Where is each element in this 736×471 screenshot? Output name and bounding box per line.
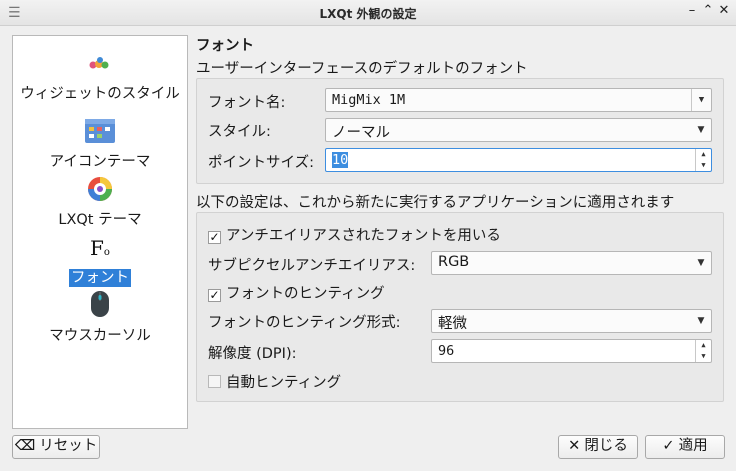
- reset-button[interactable]: ⌫ リセット: [12, 435, 100, 459]
- dpi-spinbox[interactable]: 96 ▲ ▼: [431, 339, 712, 363]
- sidebar-item-label: アイコンテーマ: [49, 154, 151, 170]
- chevron-down-icon: ▼: [697, 125, 705, 135]
- spin-up-icon[interactable]: ▲: [696, 149, 711, 160]
- font-icon: Fo: [90, 236, 110, 260]
- spin-down-icon[interactable]: ▼: [696, 160, 711, 171]
- dpi-label: 解像度 (DPI):: [208, 346, 297, 362]
- subpixel-value: RGB: [438, 254, 470, 270]
- style-label: スタイル:: [208, 124, 271, 140]
- lxqt-theme-icon: [88, 177, 112, 201]
- spin-buttons[interactable]: ▲ ▼: [695, 340, 711, 362]
- sidebar-item-label: フォント: [69, 269, 131, 287]
- sidebar-item-label: ウィジェットのスタイル: [20, 86, 180, 102]
- chevron-down-icon: ▼: [697, 316, 705, 326]
- style-combo[interactable]: ノーマル ▼: [325, 118, 712, 142]
- title-bar[interactable]: ☰ LXQt 外観の設定 – ⌃ ✕: [0, 0, 736, 26]
- page-title: フォント: [196, 38, 254, 54]
- point-size-value: 10: [332, 152, 349, 168]
- sidebar-item-widget-style[interactable]: ウィジェットのスタイル: [13, 52, 187, 108]
- sidebar-item-label: LXQt テーマ: [58, 212, 142, 228]
- dpi-value: 96: [438, 343, 455, 359]
- sidebar-item-label: マウスカーソル: [49, 328, 151, 344]
- subpixel-combo[interactable]: RGB ▼: [431, 251, 712, 275]
- widget-style-icon: [89, 57, 109, 69]
- hinting-style-value: 軽微: [438, 316, 467, 332]
- point-size-spinbox[interactable]: 10 ▲ ▼: [325, 148, 712, 172]
- chevron-down-icon: ▼: [697, 258, 705, 268]
- chevron-down-icon[interactable]: ▼: [691, 89, 711, 111]
- font-name-value: MigMix 1M: [332, 92, 406, 108]
- sidebar-item-icon-theme[interactable]: アイコンテーマ: [13, 118, 187, 176]
- autohint-checkbox[interactable]: 自動ヒンティング: [208, 371, 341, 392]
- icon-theme-icon: [85, 119, 115, 143]
- close-window-button[interactable]: ✕: [716, 3, 732, 18]
- minimize-button[interactable]: –: [684, 3, 700, 18]
- apply-button[interactable]: ✓ 適用: [645, 435, 725, 459]
- close-icon: ✕: [568, 438, 581, 454]
- checkmark-icon[interactable]: ✓: [208, 289, 221, 302]
- default-font-heading: ユーザーインターフェースのデフォルトのフォント: [196, 61, 528, 77]
- apply-note: 以下の設定は、これから新たに実行するアプリケーションに適用されます: [196, 195, 675, 211]
- checkmark-icon[interactable]: ✓: [208, 231, 221, 244]
- spin-up-icon[interactable]: ▲: [696, 340, 711, 351]
- antialias-checkbox[interactable]: ✓ アンチエイリアスされたフォントを用いる: [208, 224, 501, 245]
- sidebar-item-lxqt-theme[interactable]: LXQt テーマ: [13, 176, 187, 230]
- close-button[interactable]: ✕ 閉じる: [558, 435, 638, 459]
- font-name-label: フォント名:: [208, 95, 286, 111]
- checkbox-box[interactable]: [208, 375, 221, 388]
- backspace-icon: ⌫: [14, 438, 36, 454]
- style-value: ノーマル: [332, 125, 390, 141]
- check-icon: ✓: [662, 438, 675, 454]
- hinting-style-label: フォントのヒンティング形式:: [208, 315, 401, 331]
- spin-buttons[interactable]: ▲ ▼: [695, 149, 711, 171]
- sidebar-item-mouse-cursor[interactable]: マウスカーソル: [13, 290, 187, 346]
- spin-down-icon[interactable]: ▼: [696, 351, 711, 362]
- window-title: LXQt 外観の設定: [319, 7, 417, 21]
- font-name-combo[interactable]: MigMix 1M ▼: [325, 88, 712, 112]
- subpixel-label: サブピクセルアンチエイリアス:: [208, 258, 416, 274]
- mouse-cursor-icon: [91, 291, 109, 317]
- point-size-label: ポイントサイズ:: [208, 155, 314, 171]
- hinting-style-combo[interactable]: 軽微 ▼: [431, 309, 712, 333]
- restore-button[interactable]: ⌃: [700, 3, 716, 18]
- hinting-checkbox[interactable]: ✓ フォントのヒンティング: [208, 282, 385, 303]
- category-list[interactable]: ウィジェットのスタイル アイコンテーマ LXQt テーマ Fo フォント マウス…: [12, 35, 188, 429]
- sidebar-item-font[interactable]: Fo フォント: [13, 236, 187, 288]
